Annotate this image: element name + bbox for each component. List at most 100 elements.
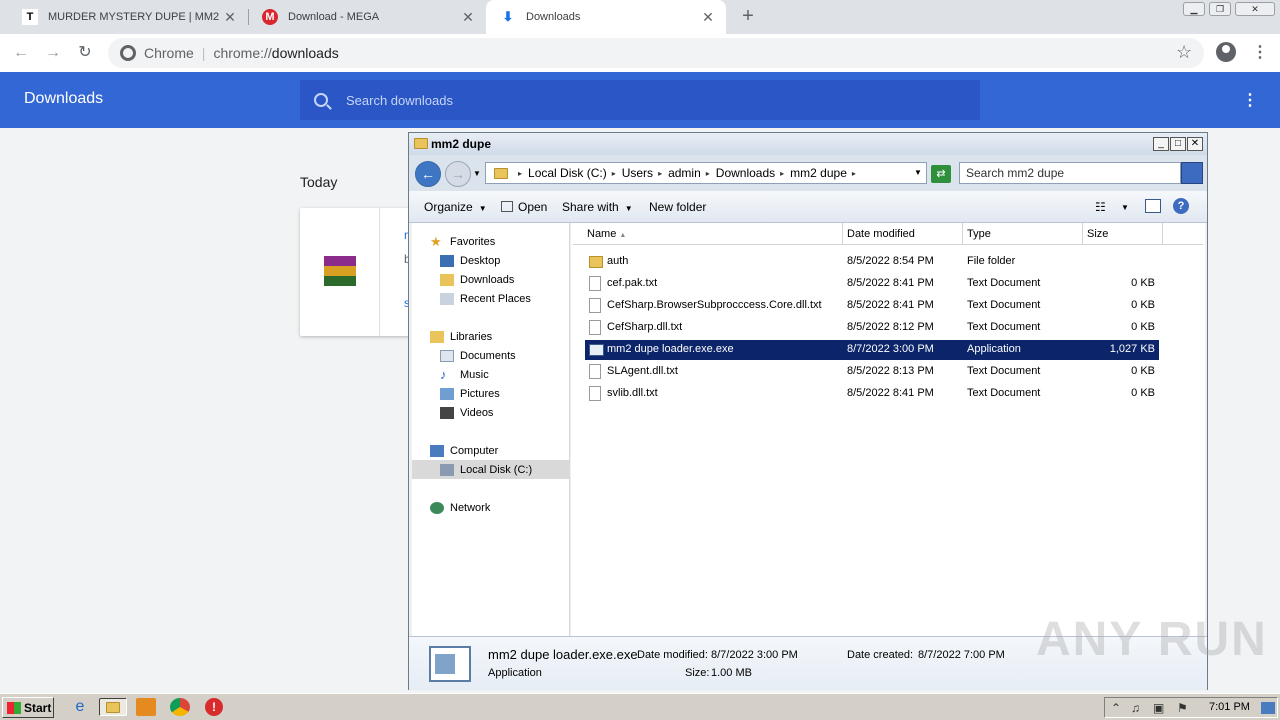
downloads-menu-icon[interactable]: ⋮ <box>1242 90 1258 110</box>
show-desktop-icon[interactable] <box>1261 702 1275 714</box>
breadcrumb-users[interactable]: Users <box>622 166 653 180</box>
nav-pictures[interactable]: Pictures <box>412 384 570 403</box>
minimize-button[interactable]: _ <box>1153 137 1169 151</box>
open-button[interactable]: Open <box>501 200 547 214</box>
close-tab-icon[interactable]: ✕ <box>700 9 716 26</box>
breadcrumb-mm2-dupe[interactable]: mm2 dupe <box>790 166 847 180</box>
column-type-header[interactable]: Type <box>963 223 1083 245</box>
nav-libraries[interactable]: Libraries <box>412 327 570 346</box>
back-arrow-icon[interactable]: ← <box>415 161 441 187</box>
chrome-menu-icon[interactable]: ⋮ <box>1252 42 1268 62</box>
bookmark-star-icon[interactable]: ☆ <box>1176 42 1192 63</box>
nav-music[interactable]: ♪ Music <box>412 365 570 384</box>
breadcrumb-chevron-icon[interactable]: ▸ <box>780 169 784 178</box>
view-dropdown-icon[interactable]: ▼ <box>1121 203 1129 212</box>
reload-icon[interactable]: ↻ <box>74 42 96 64</box>
breadcrumb-chevron-icon[interactable]: ▸ <box>658 169 662 178</box>
nav-local-disk[interactable]: Local Disk (C:) <box>412 460 570 479</box>
breadcrumb-chevron-icon[interactable]: ▸ <box>852 169 856 178</box>
nav-downloads[interactable]: Downloads <box>412 270 570 289</box>
nav-network[interactable]: Network <box>412 498 570 517</box>
breadcrumb[interactable]: ▸ Local Disk (C:) ▸ Users ▸ admin ▸ Down… <box>485 162 927 184</box>
nav-favorites[interactable]: ★ Favorites <box>412 232 570 251</box>
breadcrumb-local-disk[interactable]: Local Disk (C:) <box>528 166 607 180</box>
tab-downloads[interactable]: ⬇ Downloads ✕ <box>486 0 726 34</box>
nav-label: Downloads <box>460 273 515 286</box>
back-arrow-icon[interactable]: ← <box>10 42 32 64</box>
recent-places-icon <box>440 292 454 305</box>
tab-murder-mystery[interactable]: T MURDER MYSTERY DUPE | MM2 CHE ✕ <box>8 0 248 34</box>
page-title: Downloads <box>24 90 104 107</box>
recent-pages-dropdown-icon[interactable]: ▼ <box>473 169 481 178</box>
download-item-card[interactable]: r b s <box>300 208 420 336</box>
chrome-taskbar-icon[interactable] <box>170 698 190 716</box>
tab-mega[interactable]: M Download - MEGA ✕ <box>248 0 486 34</box>
new-folder-button[interactable]: New folder <box>649 200 706 214</box>
refresh-icon[interactable]: ⇄ <box>931 165 951 183</box>
close-window-button[interactable]: ✕ <box>1235 2 1275 16</box>
search-icon[interactable] <box>1181 162 1203 184</box>
network-tray-icon[interactable]: ▣ <box>1153 701 1164 715</box>
internet-explorer-icon[interactable]: e <box>70 698 90 716</box>
details-created-label: Date created: <box>847 649 914 661</box>
breadcrumb-admin[interactable]: admin <box>668 166 701 180</box>
file-row[interactable]: auth 8/5/2022 8:54 PM File folder <box>585 252 1159 272</box>
share-with-button[interactable]: Share with ▼ <box>562 200 633 214</box>
nav-videos[interactable]: Videos <box>412 403 570 422</box>
file-type: Text Document <box>967 299 1041 311</box>
application-icon <box>589 344 604 356</box>
action-center-flag-icon[interactable]: ⚑ <box>1177 701 1188 715</box>
alert-icon[interactable]: ! <box>205 698 223 716</box>
address-dropdown-icon[interactable]: ▼ <box>910 163 926 183</box>
breadcrumb-chevron-icon[interactable]: ▸ <box>706 169 710 178</box>
file-row[interactable]: cef.pak.txt 8/5/2022 8:41 PM Text Docume… <box>585 274 1159 294</box>
nav-recent-places[interactable]: Recent Places <box>412 289 570 308</box>
file-row[interactable]: CefSharp.BrowserSubprocccess.Core.dll.tx… <box>585 296 1159 316</box>
address-bar[interactable]: Chrome | chrome:// downloads <box>108 38 1204 68</box>
volume-icon[interactable]: ♫ <box>1131 701 1140 715</box>
forward-arrow-icon[interactable]: → <box>42 42 64 64</box>
breadcrumb-chevron-icon[interactable]: ▸ <box>612 169 616 178</box>
tab-title: MURDER MYSTERY DUPE | MM2 CHE <box>48 11 222 23</box>
taskbar: Start e ! ⌃ ♫ ▣ ⚑ 7:01 PM <box>0 693 1280 720</box>
profile-avatar-icon[interactable] <box>1216 42 1236 62</box>
file-row[interactable]: CefSharp.dll.txt 8/5/2022 8:12 PM Text D… <box>585 318 1159 338</box>
chrome-site-icon[interactable] <box>120 45 136 61</box>
breadcrumb-chevron-icon[interactable]: ▸ <box>518 169 522 178</box>
nav-computer[interactable]: Computer <box>412 441 570 460</box>
column-date-header[interactable]: Date modified <box>843 223 963 245</box>
text-document-icon <box>589 276 601 291</box>
new-tab-button[interactable]: + <box>738 6 758 26</box>
column-name-header[interactable]: Name ▲ <box>583 223 843 245</box>
file-row[interactable]: svlib.dll.txt 8/5/2022 8:41 PM Text Docu… <box>585 384 1159 404</box>
restore-button[interactable]: ❐ <box>1209 2 1231 16</box>
breadcrumb-downloads[interactable]: Downloads <box>716 166 775 180</box>
view-options-icon[interactable]: ☷ <box>1095 200 1106 214</box>
column-size-header[interactable]: Size <box>1083 223 1163 245</box>
clock[interactable]: 7:01 PM <box>1209 701 1250 713</box>
nav-label: Music <box>460 368 489 381</box>
file-row-selected[interactable]: mm2 dupe loader.exe.exe 8/7/2022 3:00 PM… <box>585 340 1159 360</box>
file-size: 0 KB <box>1131 321 1155 333</box>
nav-documents[interactable]: Documents <box>412 346 570 365</box>
help-icon[interactable]: ? <box>1173 198 1189 214</box>
show-hidden-icons-icon[interactable]: ⌃ <box>1111 701 1121 715</box>
file-date: 8/5/2022 8:41 PM <box>847 277 934 289</box>
organize-button[interactable]: Organize ▼ <box>424 200 487 214</box>
nav-desktop[interactable]: Desktop <box>412 251 570 270</box>
close-button[interactable]: ✕ <box>1187 137 1203 151</box>
explorer-taskbar-button[interactable] <box>99 698 127 716</box>
maximize-button[interactable]: □ <box>1170 137 1186 151</box>
explorer-titlebar[interactable]: mm2 dupe _ □ ✕ <box>409 133 1207 155</box>
minimize-button[interactable]: ▁ <box>1183 2 1205 16</box>
preview-pane-icon[interactable] <box>1145 199 1161 213</box>
start-button[interactable]: Start <box>2 697 54 718</box>
search-downloads-input[interactable]: Search downloads <box>300 80 980 120</box>
search-folder-input[interactable]: Search mm2 dupe <box>959 162 1181 184</box>
close-tab-icon[interactable]: ✕ <box>460 9 476 26</box>
forward-arrow-icon[interactable]: → <box>445 161 471 187</box>
file-row[interactable]: SLAgent.dll.txt 8/5/2022 8:13 PM Text Do… <box>585 362 1159 382</box>
media-player-icon[interactable] <box>136 698 156 716</box>
dropdown-arrow-icon: ▼ <box>478 204 487 213</box>
close-tab-icon[interactable]: ✕ <box>222 9 238 26</box>
